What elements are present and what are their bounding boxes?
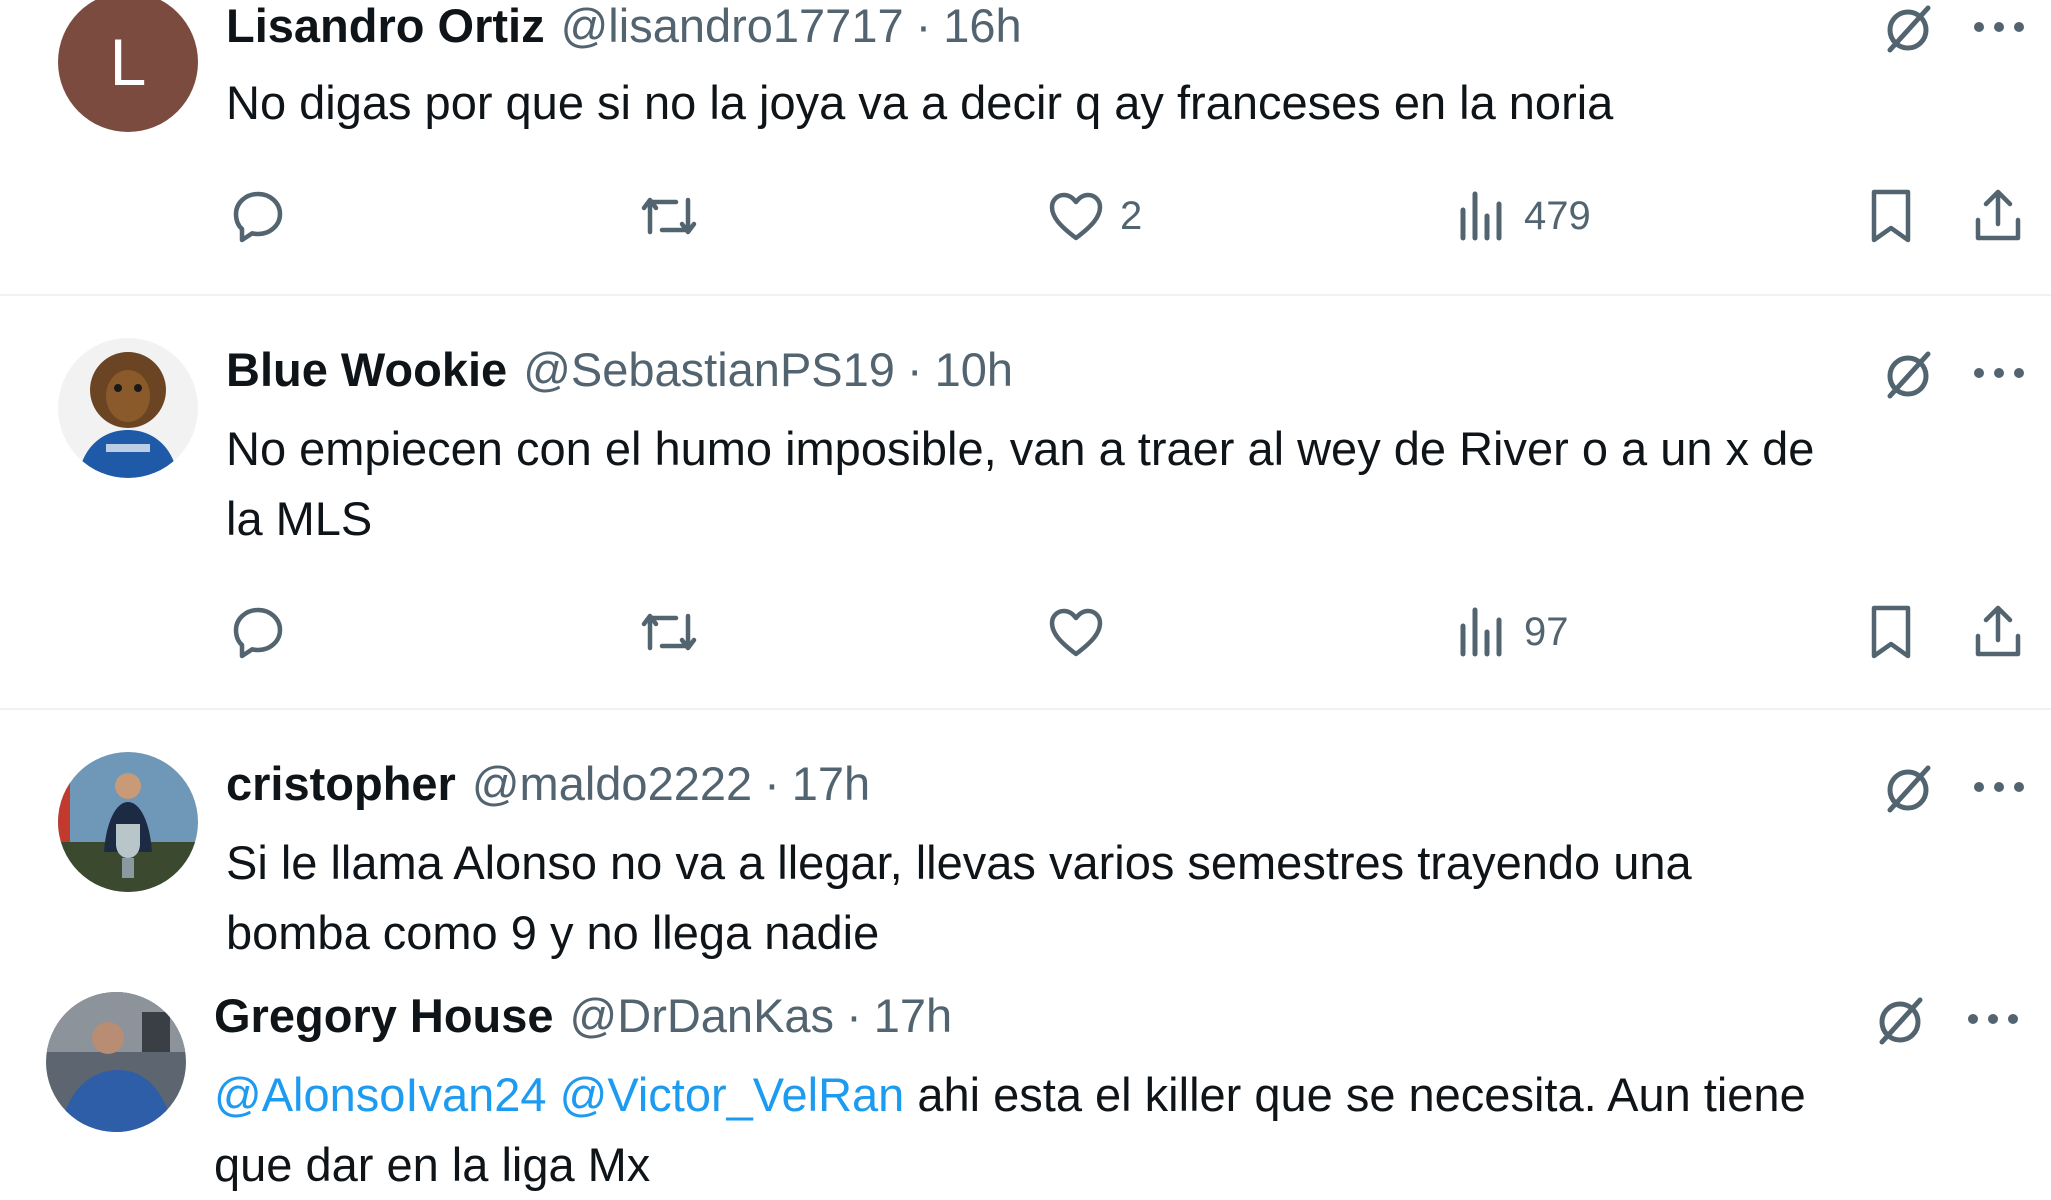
more-icon[interactable] (1972, 20, 2026, 34)
views-button[interactable]: 479 (1456, 186, 1591, 246)
retweet-button[interactable] (636, 602, 716, 662)
like-button[interactable]: 2 (1046, 186, 1142, 246)
separator-dot: · (846, 989, 862, 1042)
tweet-blue-wookie[interactable]: Blue Wookie @SebastianPS19 · 10h No empi… (0, 296, 2051, 708)
tweet-text-segment: ahi esta el killer que se necesita. Aun … (904, 1068, 1806, 1121)
tweet-gregory-house[interactable]: Gregory House @DrDanKas · 17h @AlonsoIva… (0, 988, 2051, 1191)
tweet-text: No digas por que si no la joya va a deci… (226, 76, 1614, 129)
retweet-button[interactable] (636, 186, 716, 246)
views-count: 97 (1524, 609, 1569, 654)
tweet-header: cristopher @maldo2222 · 17h (226, 756, 870, 812)
display-name[interactable]: cristopher (226, 756, 456, 812)
views-button[interactable]: 97 (1456, 602, 1569, 662)
like-count: 2 (1120, 193, 1143, 238)
bookmark-button[interactable] (1866, 602, 1916, 662)
views-icon (1460, 607, 1502, 657)
wookie-avatar (58, 338, 198, 478)
more-icon[interactable] (1972, 366, 2026, 380)
reply-feed: L Lisandro Ortiz @lisandro17717 · 16h No… (0, 0, 2051, 1191)
grok-icon[interactable] (1872, 994, 1928, 1050)
grok-icon[interactable] (1880, 2, 1936, 58)
bookmark-icon (1871, 189, 1911, 243)
timestamp[interactable]: 10h (935, 342, 1013, 398)
tweet-text-line: bomba como 9 y no llega nadie (226, 906, 880, 959)
more-icon[interactable] (1972, 780, 2026, 794)
retweet-icon (641, 613, 697, 651)
user-handle[interactable]: @DrDanKas (570, 988, 835, 1044)
retweet-icon (641, 197, 697, 235)
share-icon (1975, 189, 2021, 241)
share-button[interactable] (1970, 184, 2026, 246)
tweet-text-line: que dar en la liga Mx (214, 1138, 651, 1191)
separator-dot: · (764, 757, 780, 810)
reply-icon (233, 191, 283, 243)
share-button[interactable] (1970, 600, 2026, 662)
tweet-lisandro[interactable]: L Lisandro Ortiz @lisandro17717 · 16h No… (0, 0, 2051, 295)
trophy-photo-avatar (58, 752, 198, 892)
avatar[interactable] (46, 992, 186, 1132)
user-handle[interactable]: @lisandro17717 (561, 0, 904, 54)
more-icon[interactable] (1966, 1012, 2020, 1026)
photo-avatar (46, 992, 186, 1132)
heart-icon (1049, 192, 1103, 241)
display-name[interactable]: Lisandro Ortiz (226, 0, 545, 54)
separator-dot: · (906, 343, 923, 396)
tweet-text: Si le llama Alonso no va a llegar, lleva… (226, 828, 2046, 968)
tweet-cristopher[interactable]: cristopher @maldo2222 · 17h Si le llama … (0, 710, 2051, 988)
reply-button[interactable] (228, 602, 302, 662)
display-name[interactable]: Gregory House (214, 988, 554, 1044)
tweet-text-line: No empiecen con el humo imposible, van a… (226, 422, 1815, 475)
tweet-text-line: @AlonsoIvan24 @Victor_VelRan ahi esta el… (214, 1060, 2044, 1130)
avatar[interactable] (58, 752, 198, 892)
tweet-actions: 97 (0, 598, 2051, 668)
tweet-actions: 2 479 (0, 182, 2051, 252)
heart-icon (1049, 608, 1103, 657)
tweet-text: @AlonsoIvan24 @Victor_VelRan ahi esta el… (214, 1060, 2044, 1200)
separator-dot: · (915, 0, 932, 52)
timestamp[interactable]: 17h (874, 988, 952, 1044)
tweet-text-line: Si le llama Alonso no va a llegar, lleva… (226, 836, 1692, 889)
user-handle[interactable]: @maldo2222 (472, 756, 752, 812)
tweet-header: Lisandro Ortiz @lisandro17717 · 16h (226, 0, 1022, 54)
avatar[interactable] (58, 338, 198, 478)
grok-icon[interactable] (1880, 762, 1936, 818)
tweet-text: No empiecen con el humo imposible, van a… (226, 414, 2046, 554)
user-handle[interactable]: @SebastianPS19 (523, 342, 895, 398)
bookmark-button[interactable] (1866, 186, 1916, 246)
avatar[interactable]: L (58, 0, 198, 132)
display-name[interactable]: Blue Wookie (226, 342, 507, 398)
timestamp[interactable]: 17h (792, 756, 870, 812)
like-button[interactable] (1046, 602, 1120, 662)
tweet-header: Gregory House @DrDanKas · 17h (214, 988, 952, 1044)
views-count: 479 (1524, 193, 1591, 238)
mention-link[interactable]: @Victor_VelRan (560, 1068, 905, 1121)
bookmark-icon (1871, 605, 1911, 659)
mention-link[interactable]: @AlonsoIvan24 (214, 1068, 547, 1121)
reply-icon (233, 607, 283, 659)
views-icon (1460, 191, 1502, 241)
grok-icon[interactable] (1880, 348, 1936, 404)
share-icon (1975, 605, 2021, 657)
tweet-text-line: la MLS (226, 492, 373, 545)
tweet-header: Blue Wookie @SebastianPS19 · 10h (226, 342, 1013, 398)
reply-button[interactable] (228, 186, 302, 246)
timestamp[interactable]: 16h (943, 0, 1021, 54)
